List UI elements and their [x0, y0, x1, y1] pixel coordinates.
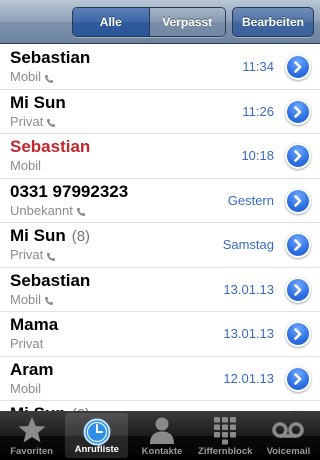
number-type-text: Mobil [10, 69, 42, 84]
number-type: Mobil [10, 69, 54, 84]
call-time: Gestern [227, 192, 274, 208]
tab-favorites[interactable]: Favoriten [0, 411, 63, 460]
tab-label: Ziffernblock [198, 446, 253, 457]
detail-disclosure-icon[interactable] [285, 143, 311, 169]
detail-disclosure-icon[interactable] [285, 232, 311, 258]
phone-call-icon [46, 250, 56, 261]
phone-call-icon [44, 294, 54, 305]
caller-name: Sebastian [10, 137, 90, 157]
caller-name-text: 0331 97992323 [10, 181, 129, 201]
edit-button[interactable]: Bearbeiten [232, 7, 314, 37]
call-row[interactable]: 0331 97992323 Unbekannt Gestern [0, 178, 320, 223]
number-type-text: Privat [10, 113, 44, 129]
tab-contacts[interactable]: Kontakte [130, 411, 193, 460]
star-icon [18, 417, 46, 443]
voicemail-icon [272, 422, 305, 438]
phone-call-icon [44, 72, 54, 83]
caller-name-text: Mama [10, 315, 59, 334]
detail-disclosure-icon[interactable] [285, 276, 311, 303]
caller-name: Mama [10, 315, 58, 335]
number-type: Mobil [10, 292, 54, 307]
call-count: (8) [71, 228, 91, 245]
number-type-text: Mobil [10, 291, 42, 307]
caller-name-text: Aram [10, 359, 54, 379]
call-time: 12.01.13 [223, 370, 274, 386]
phone-call-icon [76, 205, 86, 216]
call-list: Sebastian Mobil 11:34 Mi Sun Privat 11:26 Seba… [0, 45, 320, 413]
detail-disclosure-icon[interactable] [285, 321, 311, 347]
detail-disclosure-icon[interactable] [285, 54, 311, 80]
number-type-text: Privat [10, 247, 44, 262]
call-row[interactable]: Sebastian Mobil 11:34 [0, 45, 320, 90]
phone-call-icon [46, 116, 56, 127]
call-time: 13.01.13 [223, 281, 274, 297]
caller-name: Mi Sun [10, 93, 66, 113]
tab-label: Voicemail [266, 446, 311, 457]
person-icon [150, 417, 174, 444]
call-time: 11:34 [242, 59, 274, 74]
tab-voicemail[interactable]: Voicemail [257, 411, 320, 460]
tab-recents[interactable]: Anrufliste [65, 413, 129, 458]
call-row[interactable]: Mama Privat 13.01.13 [0, 312, 320, 357]
caller-name-text: Sebastian [10, 48, 91, 67]
caller-name: Aram [10, 360, 53, 380]
number-type: Mobil [10, 158, 41, 173]
caller-name: Sebastian [10, 48, 90, 68]
number-type-text: Mobil [10, 158, 42, 173]
call-time: 13.01.13 [223, 326, 274, 341]
call-row[interactable]: Sebastian Mobil 10:18 [0, 134, 320, 179]
number-type: Privat [10, 247, 56, 262]
number-type-text: Mobil [10, 380, 42, 396]
caller-name-text: Mi Sun [10, 92, 66, 112]
call-row[interactable]: Mi Sun Privat 11:26 [0, 89, 320, 134]
call-time: Samstag [222, 237, 274, 252]
segment-all[interactable]: Alle [73, 8, 149, 36]
number-type-text: Privat [10, 336, 44, 351]
call-time: 11:26 [242, 103, 274, 119]
keypad-icon [214, 417, 237, 445]
call-row[interactable]: Mi Sun (8) Privat Samstag [0, 223, 320, 268]
call-row[interactable]: Sebastian Mobil 13.01.13 [0, 267, 320, 312]
number-type-text: Unbekannt [10, 202, 73, 218]
tab-label: Favoriten [10, 446, 53, 457]
number-type: Mobil [10, 381, 41, 396]
tab-keypad[interactable]: Ziffernblock [194, 411, 257, 460]
caller-name-text: Mi Sun [10, 226, 66, 245]
caller-name-text: Sebastian [10, 137, 91, 156]
caller-name: Mi Sun (8) [10, 226, 90, 246]
number-type: Unbekannt [10, 203, 86, 218]
filter-segmented-control: Alle Verpasst [72, 7, 226, 37]
number-type: Privat [10, 114, 56, 129]
segment-missed[interactable]: Verpasst [148, 8, 225, 36]
call-row[interactable]: Aram Mobil 12.01.13 [0, 356, 320, 401]
detail-disclosure-icon[interactable] [285, 98, 311, 125]
clock-icon [83, 418, 111, 446]
caller-name: 0331 97992323 [10, 182, 128, 202]
nav-bar: Alle Verpasst Bearbeiten [0, 0, 320, 44]
caller-name: Sebastian [10, 271, 90, 291]
call-time: 10:18 [241, 148, 274, 163]
detail-disclosure-icon[interactable] [285, 187, 311, 214]
tab-label: Kontakte [141, 446, 183, 457]
caller-name-text: Sebastian [10, 270, 91, 290]
tab-bar: Favoriten Anrufliste Kontakte Ziffernblo… [0, 411, 320, 460]
number-type: Privat [10, 336, 43, 351]
detail-disclosure-icon[interactable] [285, 365, 311, 392]
